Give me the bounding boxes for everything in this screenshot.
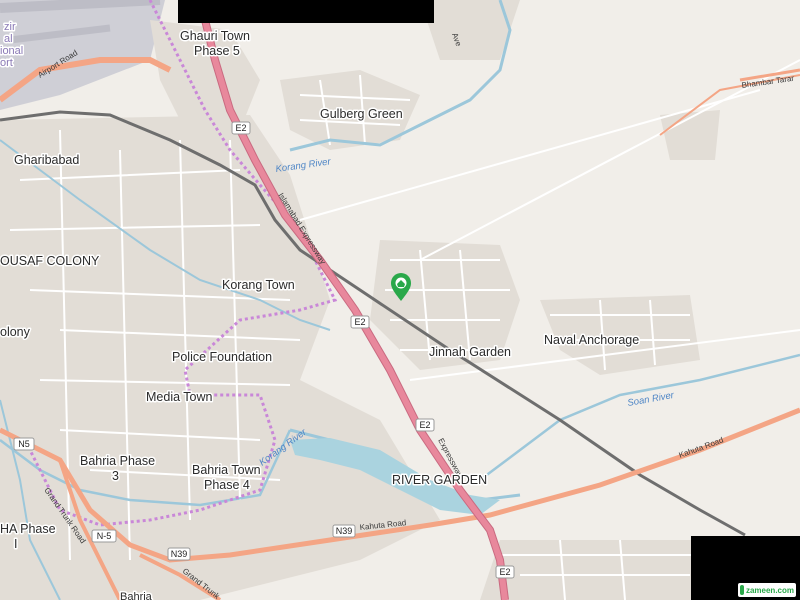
watermark-text: zameen.com	[745, 585, 794, 595]
place-label-colony: olony	[0, 325, 31, 339]
place-label-river-garden: RIVER GARDEN	[392, 473, 487, 487]
shield-n39-1: N39	[167, 547, 191, 561]
place-label-gharibabad: Gharibabad	[14, 153, 79, 167]
map-view[interactable]: E2 E2 E2 E2 N5 N-5 N39 N39 Airport Road …	[0, 0, 800, 600]
svg-text:E2: E2	[499, 567, 510, 577]
place-label-korang-town: Korang Town	[222, 278, 295, 292]
shield-n5-1: N5	[13, 437, 35, 451]
svg-text:E2: E2	[235, 123, 246, 133]
shield-n5-2: N-5	[91, 529, 117, 543]
shield-e2-4: E2	[495, 565, 515, 579]
place-label-media: Media Town	[146, 390, 213, 404]
map-canvas: E2 E2 E2 E2 N5 N-5 N39 N39 Airport Road …	[0, 0, 800, 600]
svg-text:N5: N5	[18, 439, 30, 449]
svg-text:E2: E2	[419, 420, 430, 430]
svg-text:N39: N39	[336, 526, 353, 536]
zameen-logo-icon	[740, 585, 744, 595]
place-label-yousaf: OUSAF COLONY	[0, 254, 100, 268]
place-label-naval: Naval Anchorage	[544, 333, 639, 347]
place-label-police: Police Foundation	[172, 350, 272, 364]
shield-e2-1: E2	[231, 121, 251, 135]
place-label-bahria-bottom: Bahria	[120, 591, 153, 600]
svg-text:N39: N39	[171, 549, 188, 559]
place-label-gulberg: Gulberg Green	[320, 107, 403, 121]
watermark: zameen.com	[738, 583, 796, 597]
shield-n39-2: N39	[332, 524, 356, 538]
redaction-top	[178, 0, 434, 23]
shield-e2-3: E2	[415, 418, 435, 432]
svg-text:N-5: N-5	[97, 531, 112, 541]
svg-text:E2: E2	[354, 317, 365, 327]
shield-e2-2: E2	[350, 315, 370, 329]
place-label-jinnah: Jinnah Garden	[429, 345, 511, 359]
